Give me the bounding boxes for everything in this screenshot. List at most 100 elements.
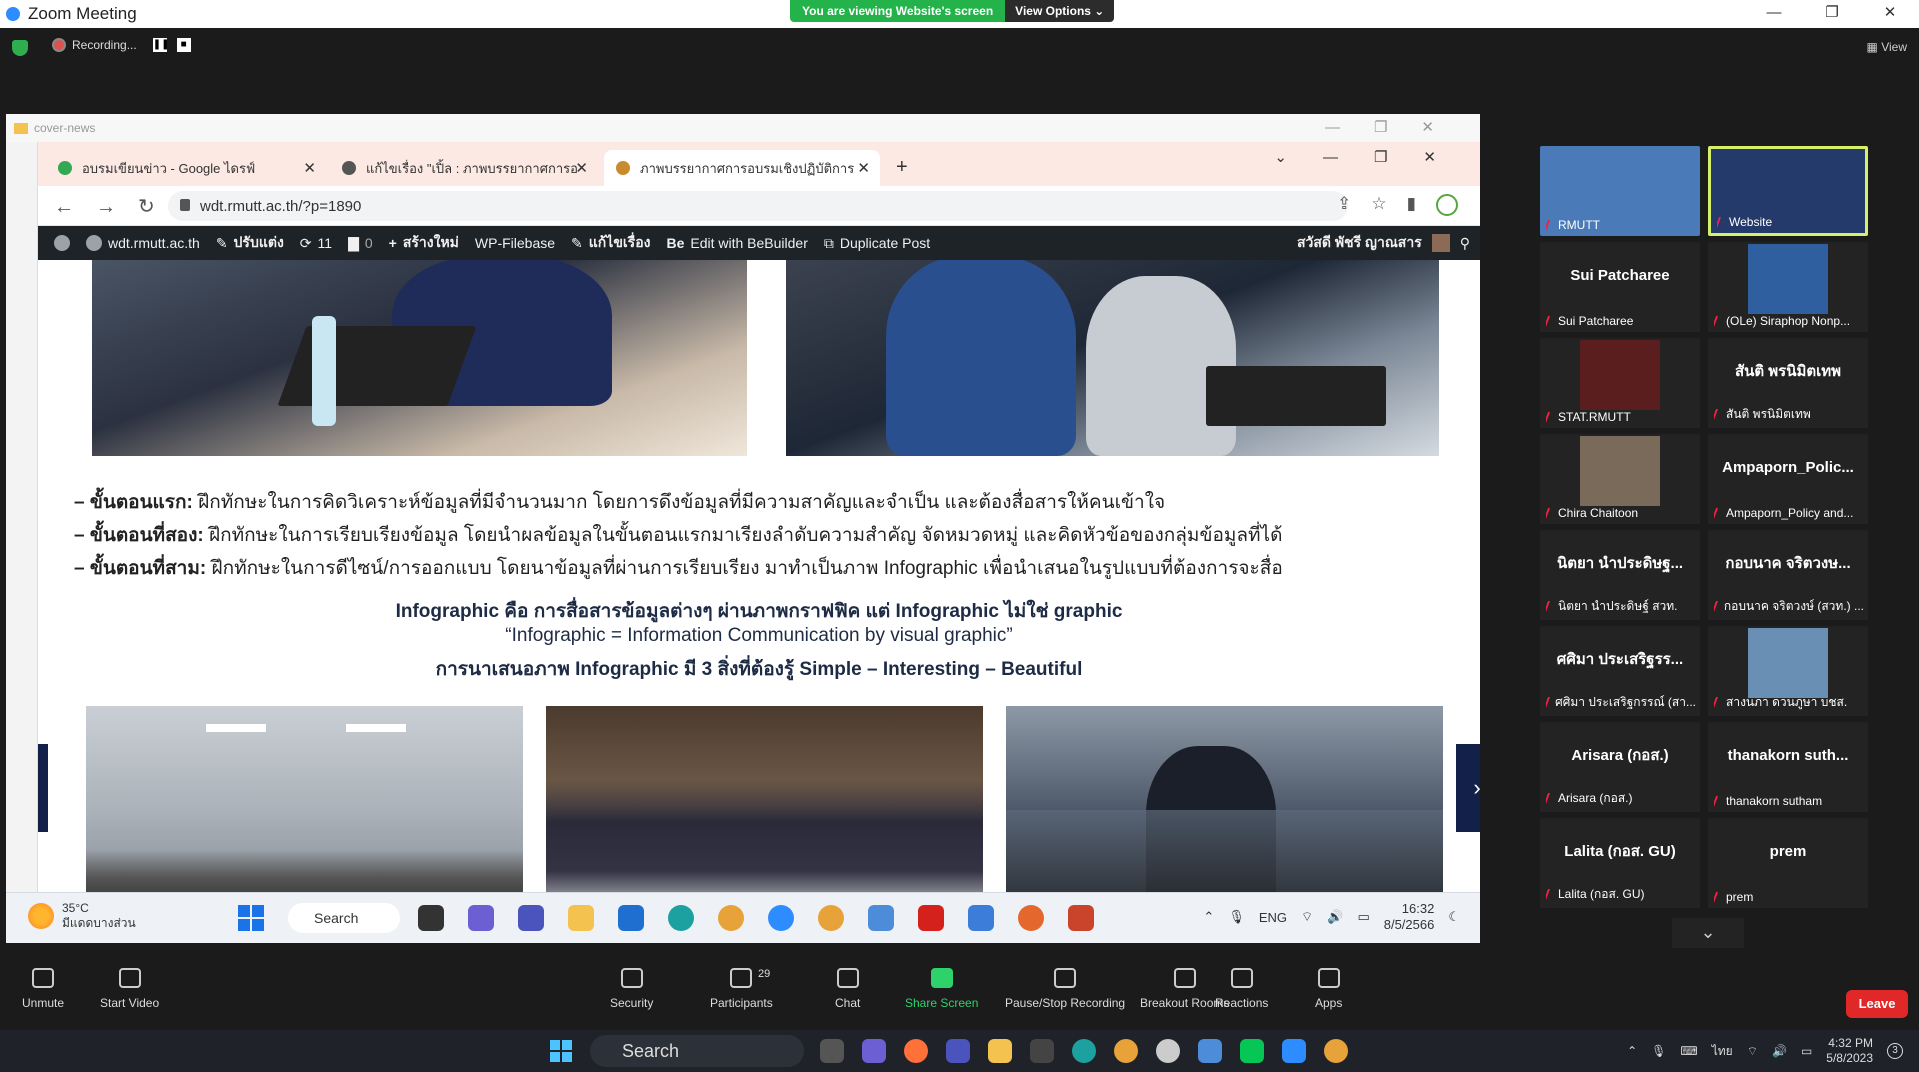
os-search-box[interactable]: Search bbox=[590, 1035, 804, 1067]
firefox-icon[interactable] bbox=[904, 1039, 928, 1063]
wp-comments-link[interactable]: ▇ 0 bbox=[348, 235, 373, 252]
chevron-up-icon[interactable]: ⌃ bbox=[1203, 909, 1214, 925]
wp-bebuilder-link[interactable]: Be Edit with BeBuilder bbox=[666, 235, 807, 251]
view-options-button[interactable]: View Options ⌄ bbox=[1005, 0, 1115, 22]
security-button[interactable]: Security bbox=[610, 968, 653, 1010]
view-button[interactable]: ▦ View bbox=[1867, 40, 1907, 54]
participant-tile[interactable]: Ampaporn_Polic... Ampaporn_Policy and... bbox=[1708, 434, 1868, 524]
keyboard-icon[interactable]: ⌨ bbox=[1680, 1044, 1697, 1058]
close-tab-icon[interactable]: ✕ bbox=[857, 159, 870, 177]
side-panel-icon[interactable]: ▮ bbox=[1407, 194, 1416, 216]
start-icon[interactable] bbox=[238, 905, 264, 931]
participant-tile[interactable]: RMUTT bbox=[1540, 146, 1700, 236]
start-icon[interactable] bbox=[550, 1040, 572, 1062]
tab-edit-post[interactable]: แก้ไขเรื่อง "เปิ้ล : ภาพบรรยากาศการอ ✕ bbox=[330, 150, 598, 186]
stop-recording-icon[interactable]: ■ bbox=[176, 38, 191, 52]
store-icon[interactable] bbox=[618, 905, 644, 931]
pen-icon[interactable] bbox=[1030, 1039, 1054, 1063]
notepad-icon[interactable] bbox=[1198, 1039, 1222, 1063]
participant-tile[interactable]: Arisara (กอส.) Arisara (กอส.) bbox=[1540, 722, 1700, 812]
participant-tile[interactable]: ศศิมา ประเสริฐรร... ศศิมา ประเสริฐกรรณ์ (… bbox=[1540, 626, 1700, 716]
battery-icon[interactable]: ▭ bbox=[1357, 909, 1369, 925]
chrome-icon[interactable] bbox=[1114, 1039, 1138, 1063]
wp-edit-post-link[interactable]: ✎ แก้ไขเรื่อง bbox=[571, 232, 650, 254]
notification-badge[interactable]: 3 bbox=[1887, 1043, 1903, 1059]
powerpoint-icon[interactable] bbox=[1068, 905, 1094, 931]
obs-icon[interactable] bbox=[1156, 1039, 1180, 1063]
os-language-indicator[interactable]: ไทย bbox=[1712, 1042, 1733, 1061]
participant-tile[interactable]: นิตยา นำประดิษฐ... นิตยา นำประดิษฐ์ สวท. bbox=[1540, 530, 1700, 620]
wp-duplicate-link[interactable]: ⧉ Duplicate Post bbox=[824, 235, 930, 252]
chat-button[interactable]: Chat bbox=[835, 968, 860, 1010]
volume-icon[interactable]: 🔊 bbox=[1327, 909, 1343, 925]
close-icon[interactable]: ✕ bbox=[1861, 0, 1919, 28]
wp-customize-link[interactable]: ✎ ปรับแต่ง bbox=[216, 232, 284, 254]
security-shield-icon[interactable] bbox=[12, 40, 28, 56]
close-tab-icon[interactable]: ✕ bbox=[303, 159, 316, 177]
zoom-icon[interactable] bbox=[1282, 1039, 1306, 1063]
wp-logo-icon[interactable] bbox=[54, 235, 70, 251]
teams-chat-icon[interactable] bbox=[862, 1039, 886, 1063]
paint-icon[interactable] bbox=[1018, 905, 1044, 931]
language-indicator[interactable]: ENG bbox=[1259, 910, 1287, 925]
apps-button[interactable]: Apps bbox=[1315, 968, 1342, 1010]
os-clock[interactable]: 4:32 PM 5/8/2023 bbox=[1826, 1036, 1873, 1066]
tab-article[interactable]: ภาพบรรยากาศการอบรมเชิงปฏิบัติการ ✕ bbox=[604, 150, 880, 186]
participant-tile[interactable]: Lalita (กอส. GU) Lalita (กอส. GU) bbox=[1540, 818, 1700, 908]
edge-icon[interactable] bbox=[1072, 1039, 1096, 1063]
share-icon[interactable]: ⇪ bbox=[1337, 194, 1351, 216]
participant-tile[interactable]: สันติ พรนิมิตเทพ สันติ พรนิมิตเทพ bbox=[1708, 338, 1868, 428]
participant-tile[interactable]: สางนภา ดวนภูษา บชส. bbox=[1708, 626, 1868, 716]
volume-icon[interactable]: 🔊 bbox=[1772, 1044, 1787, 1058]
wifi-icon[interactable]: ⌔ bbox=[1301, 909, 1313, 925]
acrobat-icon[interactable] bbox=[918, 905, 944, 931]
teams-icon[interactable] bbox=[518, 905, 544, 931]
zoom-icon[interactable] bbox=[768, 905, 794, 931]
task-view-icon[interactable] bbox=[820, 1039, 844, 1063]
gallery-photo-3[interactable] bbox=[1006, 706, 1443, 920]
line-icon[interactable] bbox=[1240, 1039, 1264, 1063]
wifi-icon[interactable]: ⌔ bbox=[1747, 1044, 1758, 1059]
participants-button[interactable]: Participants 29 bbox=[710, 968, 773, 1010]
participant-tile[interactable]: Website bbox=[1708, 146, 1868, 236]
close-tab-icon[interactable]: ✕ bbox=[575, 159, 588, 177]
forward-icon[interactable]: → bbox=[96, 196, 138, 218]
wp-new-link[interactable]: + สร้างใหม่ bbox=[389, 232, 459, 254]
participant-tile[interactable]: thanakorn suth... thanakorn sutham bbox=[1708, 722, 1868, 812]
participant-tile[interactable]: (OLe) Siraphop Nonp... bbox=[1708, 242, 1868, 332]
extension-icon[interactable] bbox=[1436, 194, 1458, 216]
wp-filebase-link[interactable]: WP-Filebase bbox=[475, 235, 555, 251]
taskbar-search[interactable]: Search bbox=[288, 903, 400, 933]
participant-tile[interactable]: Chira Chaitoon bbox=[1540, 434, 1700, 524]
back-icon[interactable]: ← bbox=[54, 196, 96, 218]
unmute-button[interactable]: Unmute bbox=[22, 968, 64, 1010]
file-explorer-icon[interactable] bbox=[988, 1039, 1012, 1063]
edge-icon[interactable] bbox=[668, 905, 694, 931]
url-input[interactable]: wdt.rmutt.ac.th/?p=1890 bbox=[168, 191, 1348, 221]
weather-widget[interactable]: 35°C มีแดดบางส่วน bbox=[28, 901, 136, 931]
participant-tile[interactable]: กอบนาค จริตวงษ... กอบนาค จริตวงษ์ (สวท.) … bbox=[1708, 530, 1868, 620]
chevron-up-icon[interactable]: ⌃ bbox=[1627, 1044, 1637, 1058]
gallery-next-button[interactable]: › bbox=[1456, 744, 1480, 832]
notepad-icon[interactable] bbox=[868, 905, 894, 931]
participant-tile[interactable]: prem prem bbox=[1708, 818, 1868, 908]
shared-clock[interactable]: 16:32 8/5/2566 bbox=[1384, 901, 1435, 933]
gallery-photo-1[interactable] bbox=[86, 706, 523, 920]
bookmark-star-icon[interactable]: ☆ bbox=[1371, 194, 1386, 216]
chrome-icon[interactable] bbox=[1324, 1039, 1348, 1063]
wp-site-link[interactable]: wdt.rmutt.ac.th bbox=[86, 235, 200, 251]
new-tab-icon[interactable]: + bbox=[896, 156, 908, 179]
wp-updates-link[interactable]: ⟳ 11 bbox=[300, 235, 332, 252]
leave-button[interactable]: Leave bbox=[1846, 990, 1908, 1018]
moon-icon[interactable]: ☾ bbox=[1448, 909, 1460, 925]
gallery-photo-2[interactable] bbox=[546, 706, 983, 920]
participant-tile[interactable]: Sui Patcharee Sui Patcharee bbox=[1540, 242, 1700, 332]
photos-icon[interactable] bbox=[968, 905, 994, 931]
mic-icon[interactable]: 🎙 bbox=[1228, 909, 1245, 925]
reactions-button[interactable]: Reactions bbox=[1215, 968, 1268, 1010]
mic-icon[interactable]: 🎙 bbox=[1651, 1044, 1666, 1058]
chrome-icon[interactable] bbox=[818, 905, 844, 931]
file-explorer-icon[interactable] bbox=[568, 905, 594, 931]
chevron-down-icon[interactable]: ⌄ bbox=[1672, 918, 1744, 948]
share-screen-button[interactable]: Share Screen bbox=[905, 968, 978, 1010]
